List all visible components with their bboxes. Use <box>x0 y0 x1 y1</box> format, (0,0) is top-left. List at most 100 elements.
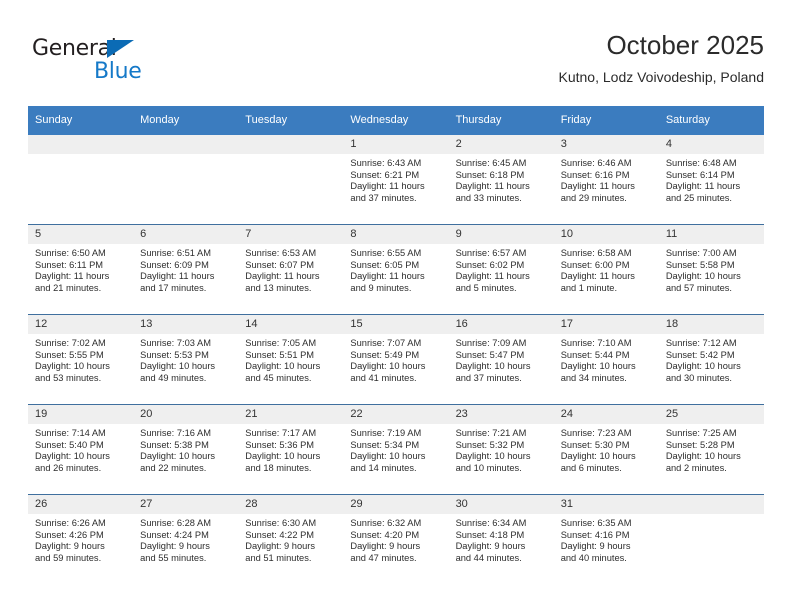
day-number: 8 <box>343 225 449 244</box>
calendar-day-cell[interactable]: 26 Sunrise: 6:26 AM Sunset: 4:26 PM Dayligh… <box>28 494 134 584</box>
sunset-text: Sunset: 6:00 PM <box>560 259 630 270</box>
day-number: 5 <box>28 225 134 244</box>
day-details: Sunrise: 6:58 AM Sunset: 6:00 PM Daylight:… <box>554 244 659 294</box>
calendar-day-cell[interactable]: 9 Sunrise: 6:57 AM Sunset: 6:02 PM Daylight… <box>448 224 554 315</box>
sunset-text: Sunset: 5:34 PM <box>350 439 420 450</box>
calendar-day-cell[interactable]: 12 Sunrise: 7:02 AM Sunset: 5:55 PM Dayligh… <box>28 314 134 405</box>
calendar-day-cell[interactable]: 4 Sunrise: 6:48 AM Sunset: 6:14 PM Daylight… <box>658 135 764 225</box>
sunset-text: Sunset: 5:53 PM <box>140 349 209 360</box>
daylight-text-line1: Daylight: 10 hours <box>560 451 636 462</box>
sunset-text: Sunset: 6:21 PM <box>350 169 420 180</box>
day-number: 1 <box>343 135 449 154</box>
calendar-day-cell[interactable]: 16 Sunrise: 7:09 AM Sunset: 5:47 PM Dayligh… <box>448 314 554 405</box>
day-cell-inner: 26 Sunrise: 6:26 AM Sunset: 4:26 PM Dayligh… <box>28 495 134 584</box>
calendar-day-cell[interactable]: 31 Sunrise: 6:35 AM Sunset: 4:16 PM Dayligh… <box>553 494 659 584</box>
calendar-day-cell[interactable]: 29 Sunrise: 6:32 AM Sunset: 4:20 PM Dayligh… <box>343 494 449 584</box>
day-details: Sunrise: 7:21 AM Sunset: 5:32 PM Daylight:… <box>449 424 554 474</box>
sunset-text: Sunset: 6:02 PM <box>455 259 525 270</box>
sunset-text: Sunset: 4:16 PM <box>560 529 630 540</box>
sunrise-text: Sunrise: 7:23 AM <box>560 428 632 438</box>
calendar-day-cell[interactable]: 5 Sunrise: 6:50 AM Sunset: 6:11 PM Daylight… <box>28 224 134 315</box>
day-cell-inner: 5 Sunrise: 6:50 AM Sunset: 6:11 PM Daylight… <box>28 225 134 314</box>
calendar-day-cell[interactable]: 18 Sunrise: 7:12 AM Sunset: 5:42 PM Dayligh… <box>658 314 764 405</box>
day-number: 10 <box>553 225 659 244</box>
day-details: Sunrise: 6:51 AM Sunset: 6:09 PM Daylight:… <box>133 244 238 294</box>
daylight-text-line1: Daylight: 10 hours <box>245 361 321 372</box>
day-cell-inner: 11 Sunrise: 7:00 AM Sunset: 5:58 PM Dayligh… <box>658 225 764 314</box>
sunrise-text: Sunrise: 6:46 AM <box>560 158 632 168</box>
daylight-text-line2: and 37 minutes. <box>455 372 522 383</box>
calendar-day-cell[interactable]: 27 Sunrise: 6:28 AM Sunset: 4:24 PM Dayligh… <box>133 494 239 584</box>
day-cell-inner: 18 Sunrise: 7:12 AM Sunset: 5:42 PM Dayligh… <box>658 315 764 404</box>
day-details: Sunrise: 6:57 AM Sunset: 6:02 PM Daylight:… <box>449 244 554 294</box>
calendar-day-cell[interactable]: 1 Sunrise: 6:43 AM Sunset: 6:21 PM Daylight… <box>343 135 449 225</box>
daylight-text-line1: Daylight: 10 hours <box>35 451 110 462</box>
calendar-day-cell[interactable]: 11 Sunrise: 7:00 AM Sunset: 5:58 PM Dayligh… <box>658 224 764 315</box>
day-cell-inner: 22 Sunrise: 7:19 AM Sunset: 5:34 PM Dayligh… <box>343 405 449 494</box>
logo-text-general: General <box>32 36 117 61</box>
day-cell-inner: 16 Sunrise: 7:09 AM Sunset: 5:47 PM Dayligh… <box>448 315 554 404</box>
day-cell-inner: 28 Sunrise: 6:30 AM Sunset: 4:22 PM Dayligh… <box>238 495 344 584</box>
calendar-day-cell[interactable]: 25 Sunrise: 7:25 AM Sunset: 5:28 PM Dayligh… <box>658 404 764 495</box>
sunrise-text: Sunrise: 7:02 AM <box>35 338 106 348</box>
calendar-day-cell[interactable]: 24 Sunrise: 7:23 AM Sunset: 5:30 PM Dayligh… <box>553 404 659 495</box>
day-cell-inner: 3 Sunrise: 6:46 AM Sunset: 6:16 PM Daylight… <box>553 135 659 224</box>
day-details: Sunrise: 6:26 AM Sunset: 4:26 PM Daylight:… <box>28 514 133 564</box>
calendar-day-cell[interactable]: 22 Sunrise: 7:19 AM Sunset: 5:34 PM Dayligh… <box>343 404 449 495</box>
sunset-text: Sunset: 5:28 PM <box>665 439 735 450</box>
general-blue-logo[interactable]: General Blue <box>32 36 212 94</box>
daylight-text-line1: Daylight: 10 hours <box>455 361 531 372</box>
daylight-text-line1: Daylight: 11 hours <box>560 181 635 192</box>
daylight-text-line2: and 37 minutes. <box>350 192 417 203</box>
calendar-day-cell[interactable]: 30 Sunrise: 6:34 AM Sunset: 4:18 PM Dayligh… <box>448 494 554 584</box>
calendar-day-cell[interactable]: 10 Sunrise: 6:58 AM Sunset: 6:00 PM Dayligh… <box>553 224 659 315</box>
day-number: 17 <box>553 315 659 334</box>
day-cell-inner: 15 Sunrise: 7:07 AM Sunset: 5:49 PM Dayligh… <box>343 315 449 404</box>
sunset-text: Sunset: 6:16 PM <box>560 169 630 180</box>
daylight-text-line2: and 18 minutes. <box>245 462 312 473</box>
day-cell-inner: 21 Sunrise: 7:17 AM Sunset: 5:36 PM Dayligh… <box>238 405 344 494</box>
sunrise-text: Sunrise: 7:05 AM <box>245 338 317 348</box>
sunset-text: Sunset: 5:55 PM <box>35 349 104 360</box>
sunrise-text: Sunrise: 6:28 AM <box>140 518 211 528</box>
weekday-header-thursday: Thursday <box>448 106 554 135</box>
calendar-day-cell[interactable]: 6 Sunrise: 6:51 AM Sunset: 6:09 PM Daylight… <box>133 224 239 315</box>
sunset-text: Sunset: 6:14 PM <box>665 169 735 180</box>
calendar-day-cell[interactable]: 7 Sunrise: 6:53 AM Sunset: 6:07 PM Daylight… <box>238 224 344 315</box>
daylight-text-line1: Daylight: 11 hours <box>560 271 635 282</box>
calendar-day-cell[interactable]: 19 Sunrise: 7:14 AM Sunset: 5:40 PM Dayligh… <box>28 404 134 495</box>
calendar-day-cell[interactable]: 15 Sunrise: 7:07 AM Sunset: 5:49 PM Dayligh… <box>343 314 449 405</box>
daylight-text-line1: Daylight: 9 hours <box>455 541 526 552</box>
sunset-text: Sunset: 5:49 PM <box>350 349 420 360</box>
calendar-day-cell[interactable]: 17 Sunrise: 7:10 AM Sunset: 5:44 PM Dayligh… <box>553 314 659 405</box>
calendar-day-cell[interactable]: 2 Sunrise: 6:45 AM Sunset: 6:18 PM Daylight… <box>448 135 554 225</box>
daylight-text-line2: and 9 minutes. <box>350 282 412 293</box>
calendar-day-cell-empty <box>658 494 764 584</box>
calendar-day-cell[interactable]: 20 Sunrise: 7:16 AM Sunset: 5:38 PM Dayligh… <box>133 404 239 495</box>
calendar-day-cell[interactable]: 21 Sunrise: 7:17 AM Sunset: 5:36 PM Dayligh… <box>238 404 344 495</box>
daylight-text-line1: Daylight: 9 hours <box>560 541 631 552</box>
sunrise-text: Sunrise: 7:07 AM <box>350 338 422 348</box>
day-details: Sunrise: 7:05 AM Sunset: 5:51 PM Daylight:… <box>238 334 343 384</box>
calendar-day-cell[interactable]: 13 Sunrise: 7:03 AM Sunset: 5:53 PM Dayligh… <box>133 314 239 405</box>
calendar-day-cell[interactable]: 8 Sunrise: 6:55 AM Sunset: 6:05 PM Daylight… <box>343 224 449 315</box>
daylight-text-line2: and 2 minutes. <box>665 462 727 473</box>
sunset-text: Sunset: 6:18 PM <box>455 169 525 180</box>
day-cell-inner: 14 Sunrise: 7:05 AM Sunset: 5:51 PM Dayligh… <box>238 315 344 404</box>
sunset-text: Sunset: 5:58 PM <box>665 259 735 270</box>
calendar-week-row: 19 Sunrise: 7:14 AM Sunset: 5:40 PM Dayligh… <box>28 404 764 495</box>
day-number: 14 <box>238 315 344 334</box>
daylight-text-line2: and 6 minutes. <box>560 462 622 473</box>
calendar-day-cell[interactable]: 28 Sunrise: 6:30 AM Sunset: 4:22 PM Dayligh… <box>238 494 344 584</box>
day-details: Sunrise: 6:45 AM Sunset: 6:18 PM Daylight:… <box>449 154 554 204</box>
page-header: General Blue October 2025 Kutno, Lodz Vo… <box>28 28 764 96</box>
day-number: 11 <box>658 225 764 244</box>
daylight-text-line1: Daylight: 9 hours <box>35 541 105 552</box>
calendar-day-cell[interactable]: 3 Sunrise: 6:46 AM Sunset: 6:16 PM Daylight… <box>553 135 659 225</box>
daylight-text-line1: Daylight: 10 hours <box>350 451 426 462</box>
sunrise-text: Sunrise: 6:55 AM <box>350 248 422 258</box>
day-cell-inner <box>658 495 764 584</box>
calendar-day-cell[interactable]: 23 Sunrise: 7:21 AM Sunset: 5:32 PM Dayligh… <box>448 404 554 495</box>
calendar-day-cell[interactable]: 14 Sunrise: 7:05 AM Sunset: 5:51 PM Dayligh… <box>238 314 344 405</box>
day-number <box>238 135 344 154</box>
